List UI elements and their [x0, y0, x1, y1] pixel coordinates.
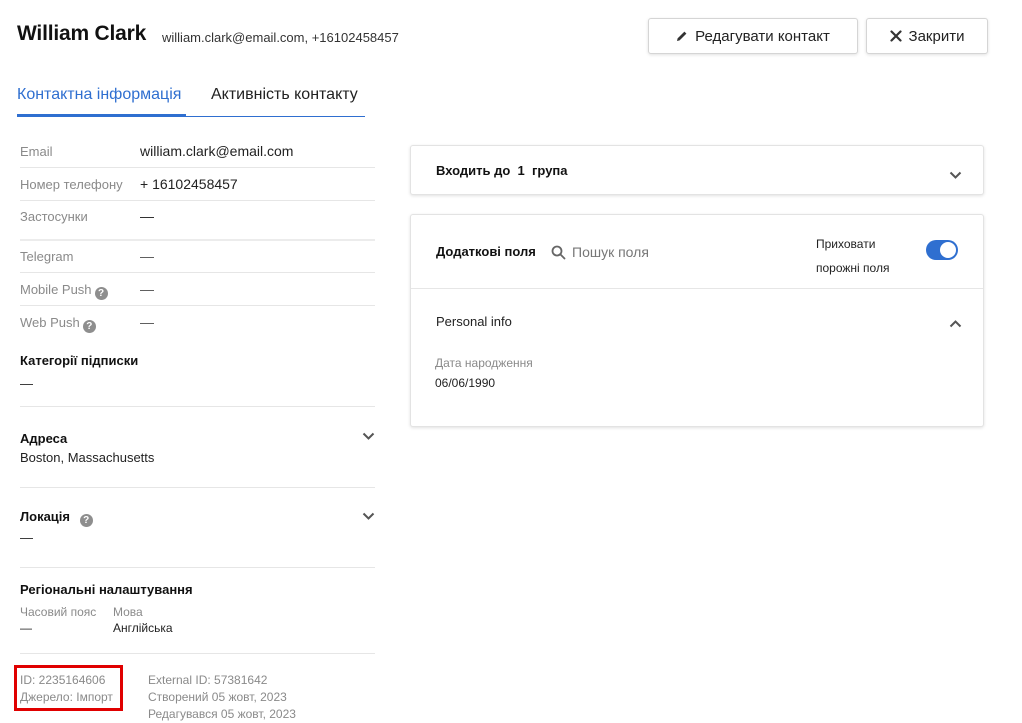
pencil-icon [676, 30, 688, 42]
external-id: External ID: 57381642 [148, 673, 268, 687]
contact-summary: william.clark@email.com, +16102458457 [162, 30, 399, 45]
groups-card[interactable]: Входить до 1 група [410, 145, 984, 195]
edit-contact-button[interactable]: Редагувати контакт [648, 18, 858, 54]
active-tab-indicator [17, 114, 186, 117]
web-push-value: — [140, 314, 154, 330]
divider [20, 567, 375, 568]
telegram-value: — [140, 248, 154, 264]
subscriptions-value: — [20, 376, 33, 391]
divider [20, 167, 375, 168]
chevron-up-icon[interactable] [949, 315, 962, 333]
mobile-push-label-wrap: Mobile Push? [20, 282, 108, 300]
phone-label: Номер телефону [20, 177, 123, 192]
email-label: Email [20, 144, 53, 159]
address-value: Boston, Massachusetts [20, 450, 155, 465]
apps-label: Застосунки [20, 209, 88, 224]
location-title-wrap: Локація ? [20, 509, 93, 527]
edit-contact-label: Редагувати контакт [695, 27, 830, 45]
mobile-push-value: — [140, 281, 154, 297]
divider [20, 272, 375, 273]
email-value[interactable]: william.clark@email.com [140, 143, 293, 159]
additional-fields-title: Додаткові поля [436, 244, 536, 259]
edited-date: Редагувався 05 жовт, 2023 [148, 707, 296, 721]
phone-value[interactable]: + 16102458457 [140, 176, 238, 192]
divider [20, 305, 375, 306]
tab-contact-info[interactable]: Контактна інформація [17, 86, 181, 104]
toggle-knob [940, 242, 956, 258]
personal-info-title: Personal info [436, 314, 512, 329]
divider [20, 200, 375, 201]
contact-name: William Clark [17, 22, 147, 45]
search-icon [551, 245, 566, 260]
subscriptions-title: Категорії підписки [20, 353, 139, 368]
close-button[interactable]: Закрити [866, 18, 988, 54]
search-input[interactable]: Пошук поля [572, 244, 649, 260]
divider [411, 288, 983, 289]
highlight-box [14, 665, 123, 711]
hide-empty-toggle[interactable] [926, 240, 958, 260]
help-icon[interactable]: ? [82, 320, 96, 333]
language-label: Мова [113, 605, 143, 619]
groups-suffix: група [532, 163, 568, 178]
birthdate-value: 06/06/1990 [435, 376, 496, 390]
tab-underline [186, 116, 365, 117]
timezone-value: — [20, 621, 32, 635]
hide-empty-label: Приховати порожні поля [816, 232, 889, 280]
divider [20, 653, 375, 654]
telegram-label: Telegram [20, 249, 74, 264]
regional-title: Регіональні налаштування [20, 582, 193, 597]
chevron-down-icon[interactable] [949, 167, 962, 185]
hide-empty-line1: Приховати [816, 237, 876, 251]
close-label: Закрити [908, 27, 965, 45]
hide-empty-line2: порожні поля [816, 261, 890, 275]
close-icon [889, 30, 902, 42]
address-title: Адреса [20, 431, 68, 446]
groups-prefix: Входить до [436, 163, 511, 178]
additional-fields-card: Додаткові поля Пошук поля Приховати поро… [410, 214, 984, 427]
groups-count: 1 [517, 163, 525, 178]
birthdate-label: Дата народження [435, 356, 533, 370]
language-value: Англійська [113, 621, 173, 635]
chevron-down-icon[interactable] [362, 508, 375, 526]
web-push-label-wrap: Web Push? [20, 315, 96, 333]
help-icon[interactable]: ? [94, 287, 108, 300]
chevron-down-icon[interactable] [362, 428, 375, 446]
mobile-push-label: Mobile Push [20, 282, 92, 297]
help-icon[interactable]: ? [79, 514, 93, 527]
timezone-label: Часовий пояс [20, 605, 97, 619]
divider [20, 487, 375, 488]
divider [20, 406, 375, 407]
field-search[interactable]: Пошук поля [551, 243, 731, 261]
location-value: — [20, 530, 33, 545]
apps-value: — [140, 208, 154, 224]
divider [20, 239, 375, 241]
location-title: Локація [20, 509, 70, 524]
tab-contact-activity[interactable]: Активність контакту [211, 86, 358, 104]
web-push-label: Web Push [20, 315, 80, 330]
groups-text: Входить до 1 група [436, 163, 568, 178]
created-date: Створений 05 жовт, 2023 [148, 690, 287, 704]
